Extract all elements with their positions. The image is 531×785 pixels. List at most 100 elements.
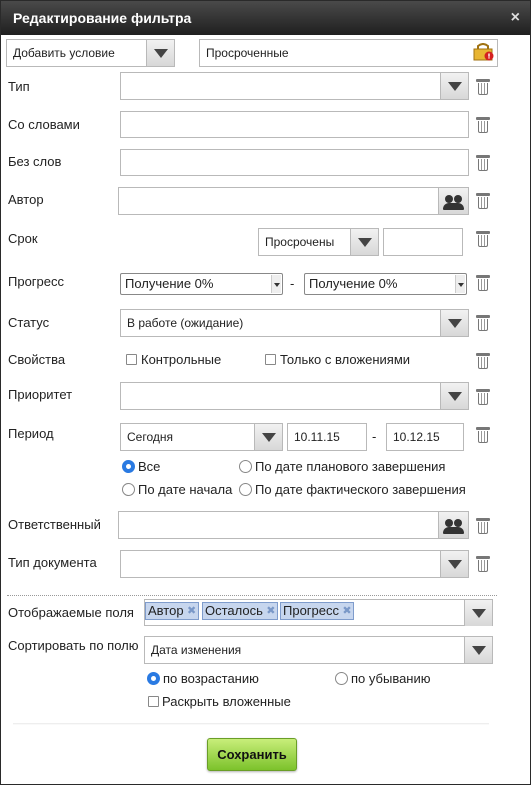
period-all-radio[interactable] bbox=[122, 460, 135, 473]
responsible-label: Ответственный bbox=[8, 517, 101, 532]
type-label: Тип bbox=[8, 79, 30, 94]
progress-from-value: Получение 0% bbox=[125, 276, 214, 291]
date-to-input[interactable]: 10.12.15 bbox=[386, 423, 464, 451]
period-actual-radio[interactable] bbox=[239, 483, 252, 496]
chevron-down-icon[interactable] bbox=[440, 383, 468, 409]
progress-to-value: Получение 0% bbox=[309, 276, 398, 291]
attachments-checkbox[interactable] bbox=[265, 354, 276, 365]
date-from-input[interactable]: 10.11.15 bbox=[287, 423, 367, 451]
date-to-value: 10.12.15 bbox=[393, 430, 440, 444]
control-checkbox[interactable] bbox=[126, 354, 137, 365]
filter-name-input[interactable]: Просроченные bbox=[199, 39, 498, 67]
deadline-select[interactable]: Просрочены bbox=[258, 228, 379, 256]
properties-label: Свойства bbox=[8, 352, 66, 367]
period-start-label: По дате начала bbox=[138, 482, 233, 497]
author-input[interactable] bbox=[118, 187, 469, 215]
status-label: Статус bbox=[8, 315, 50, 330]
period-planned-radio[interactable] bbox=[239, 460, 252, 473]
users-icon[interactable] bbox=[438, 188, 468, 214]
period-planned-label: По дате планового завершения bbox=[255, 459, 446, 474]
expand-nested-label: Раскрыть вложенные bbox=[162, 694, 291, 709]
remove-tag-icon[interactable]: ✖ bbox=[266, 606, 276, 617]
sort-by-select[interactable]: Дата изменения bbox=[144, 636, 493, 664]
expand-nested-checkbox[interactable] bbox=[148, 696, 159, 707]
section-divider bbox=[7, 595, 497, 596]
chevron-down-icon[interactable] bbox=[464, 637, 492, 663]
author-label: Автор bbox=[8, 192, 44, 207]
responsible-input[interactable] bbox=[118, 511, 469, 539]
chevron-down-icon[interactable] bbox=[455, 275, 465, 293]
without-words-input[interactable] bbox=[120, 149, 469, 176]
trash-icon[interactable] bbox=[475, 230, 491, 248]
sort-asc-radio[interactable] bbox=[147, 672, 160, 685]
footer-separator bbox=[13, 723, 489, 725]
trash-icon[interactable] bbox=[475, 517, 491, 535]
period-start-radio[interactable] bbox=[122, 483, 135, 496]
field-tag[interactable]: Осталось ✖ bbox=[202, 602, 278, 620]
control-label: Контрольные bbox=[141, 352, 222, 367]
priority-label: Приоритет bbox=[8, 387, 73, 402]
with-words-label: Со словами bbox=[8, 117, 80, 132]
progress-from-select[interactable]: Получение 0% bbox=[120, 273, 283, 295]
trash-icon[interactable] bbox=[475, 154, 491, 172]
chevron-down-icon[interactable] bbox=[271, 275, 281, 293]
sort-desc-label: по убыванию bbox=[351, 671, 431, 686]
trash-icon[interactable] bbox=[475, 426, 491, 444]
period-all-label: Все bbox=[138, 459, 161, 474]
field-tag[interactable]: Прогресс ✖ bbox=[280, 602, 355, 620]
trash-icon[interactable] bbox=[475, 388, 491, 406]
deadline-value: Просрочены bbox=[265, 235, 335, 249]
add-condition-select[interactable]: Добавить условие bbox=[6, 39, 175, 67]
field-tag[interactable]: Автор ✖ bbox=[145, 602, 199, 620]
deadline-days-input[interactable] bbox=[383, 228, 463, 256]
trash-icon[interactable] bbox=[475, 352, 491, 370]
close-icon[interactable]: × bbox=[511, 1, 520, 35]
save-button[interactable]: Сохранить bbox=[207, 738, 297, 771]
chevron-down-icon[interactable] bbox=[350, 229, 378, 255]
trash-icon[interactable] bbox=[475, 78, 491, 96]
priority-select[interactable] bbox=[120, 382, 469, 410]
status-value: В работе (ожидание) bbox=[127, 316, 244, 330]
period-label: Период bbox=[8, 426, 54, 441]
period-actual-label: По дате фактического завершения bbox=[255, 482, 466, 497]
chevron-down-icon[interactable] bbox=[440, 310, 468, 336]
sort-by-label: Сортировать по полю bbox=[8, 638, 139, 653]
trash-icon[interactable] bbox=[475, 274, 491, 292]
users-icon[interactable] bbox=[438, 512, 468, 538]
date-from-value: 10.11.15 bbox=[294, 430, 340, 444]
attachments-label: Только с вложениями bbox=[280, 352, 411, 367]
chevron-down-icon[interactable] bbox=[464, 600, 492, 626]
filter-name-value: Просроченные bbox=[206, 46, 289, 60]
trash-icon[interactable] bbox=[475, 555, 491, 573]
period-value: Сегодня bbox=[127, 430, 173, 444]
range-dash: - bbox=[290, 276, 295, 291]
displayed-fields-label: Отображаемые поля bbox=[8, 605, 134, 620]
progress-label: Прогресс bbox=[8, 274, 65, 289]
trash-icon[interactable] bbox=[475, 192, 491, 210]
add-condition-label: Добавить условие bbox=[13, 46, 115, 60]
remove-tag-icon[interactable]: ✖ bbox=[342, 606, 352, 617]
chevron-down-icon[interactable] bbox=[146, 40, 174, 66]
filter-dialog: Редактирование фильтра × Добавить услови… bbox=[0, 0, 531, 785]
chevron-down-icon[interactable] bbox=[440, 73, 468, 99]
chevron-down-icon[interactable] bbox=[254, 424, 282, 450]
status-select[interactable]: В работе (ожидание) bbox=[120, 309, 469, 337]
progress-to-select[interactable]: Получение 0% bbox=[304, 273, 467, 295]
sort-desc-radio[interactable] bbox=[335, 672, 348, 685]
field-tag-label: Прогресс bbox=[283, 603, 340, 618]
doc-type-select[interactable] bbox=[120, 550, 469, 578]
field-tag-label: Автор bbox=[148, 603, 184, 618]
without-words-label: Без слов bbox=[8, 154, 62, 169]
chevron-down-icon[interactable] bbox=[440, 551, 468, 577]
trash-icon[interactable] bbox=[475, 116, 491, 134]
remove-tag-icon[interactable]: ✖ bbox=[187, 606, 197, 617]
trash-icon[interactable] bbox=[475, 314, 491, 332]
lock-icon[interactable] bbox=[473, 43, 495, 61]
deadline-label: Срок bbox=[8, 231, 38, 246]
period-select[interactable]: Сегодня bbox=[120, 423, 283, 451]
type-select[interactable] bbox=[120, 72, 469, 100]
sort-asc-label: по возрастанию bbox=[163, 671, 259, 686]
with-words-input[interactable] bbox=[120, 111, 469, 138]
dialog-titlebar: Редактирование фильтра × bbox=[1, 1, 530, 35]
doc-type-label: Тип документа bbox=[8, 555, 97, 570]
